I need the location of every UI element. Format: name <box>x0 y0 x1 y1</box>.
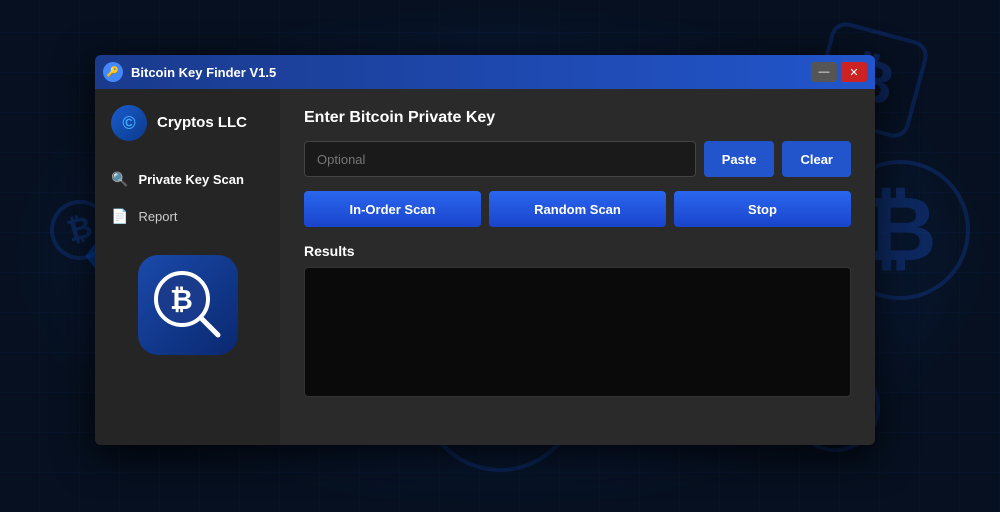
titlebar: 🔑 Bitcoin Key Finder V1.5 — ✕ <box>95 55 875 89</box>
search-icon: 🔍 <box>111 171 128 188</box>
sidebar-item-report[interactable]: 📄 Report <box>95 198 280 235</box>
scan-buttons-row: In-Order Scan Random Scan Stop <box>304 191 851 227</box>
main-panel: Enter Bitcoin Private Key Paste Clear In… <box>280 89 875 445</box>
brand: © Cryptos LLC <box>95 105 280 161</box>
sidebar: © Cryptos LLC 🔍 Private Key Scan 📄 Repor… <box>95 89 280 445</box>
section-title: Enter Bitcoin Private Key <box>304 109 851 127</box>
brand-name: Cryptos LLC <box>157 114 247 132</box>
paste-button[interactable]: Paste <box>704 141 775 177</box>
btc-logo: ₿ <box>138 255 238 355</box>
clear-button[interactable]: Clear <box>782 141 851 177</box>
window-title: Bitcoin Key Finder V1.5 <box>131 65 811 80</box>
sidebar-item-private-key-scan[interactable]: 🔍 Private Key Scan <box>95 161 280 198</box>
sidebar-item-label-scan: Private Key Scan <box>138 172 244 187</box>
content-area: © Cryptos LLC 🔍 Private Key Scan 📄 Repor… <box>95 89 875 445</box>
stop-button[interactable]: Stop <box>674 191 851 227</box>
private-key-input[interactable] <box>304 141 696 177</box>
sidebar-item-label-report: Report <box>138 209 177 224</box>
minimize-button[interactable]: — <box>811 62 837 82</box>
svg-text:₿: ₿ <box>170 284 193 315</box>
window-controls: — ✕ <box>811 62 867 82</box>
app-icon: 🔑 <box>103 62 123 82</box>
report-icon: 📄 <box>111 208 128 225</box>
brand-icon: © <box>111 105 147 141</box>
in-order-scan-button[interactable]: In-Order Scan <box>304 191 481 227</box>
random-scan-button[interactable]: Random Scan <box>489 191 666 227</box>
input-row: Paste Clear <box>304 141 851 177</box>
btc-logo-container: ₿ <box>95 235 280 355</box>
sidebar-nav: 🔍 Private Key Scan 📄 Report <box>95 161 280 235</box>
btc-magnify-svg: ₿ <box>148 265 228 345</box>
close-button[interactable]: ✕ <box>841 62 867 82</box>
app-window: 🔑 Bitcoin Key Finder V1.5 — ✕ © Cryptos … <box>95 55 875 445</box>
results-area <box>304 267 851 397</box>
results-label: Results <box>304 243 851 259</box>
